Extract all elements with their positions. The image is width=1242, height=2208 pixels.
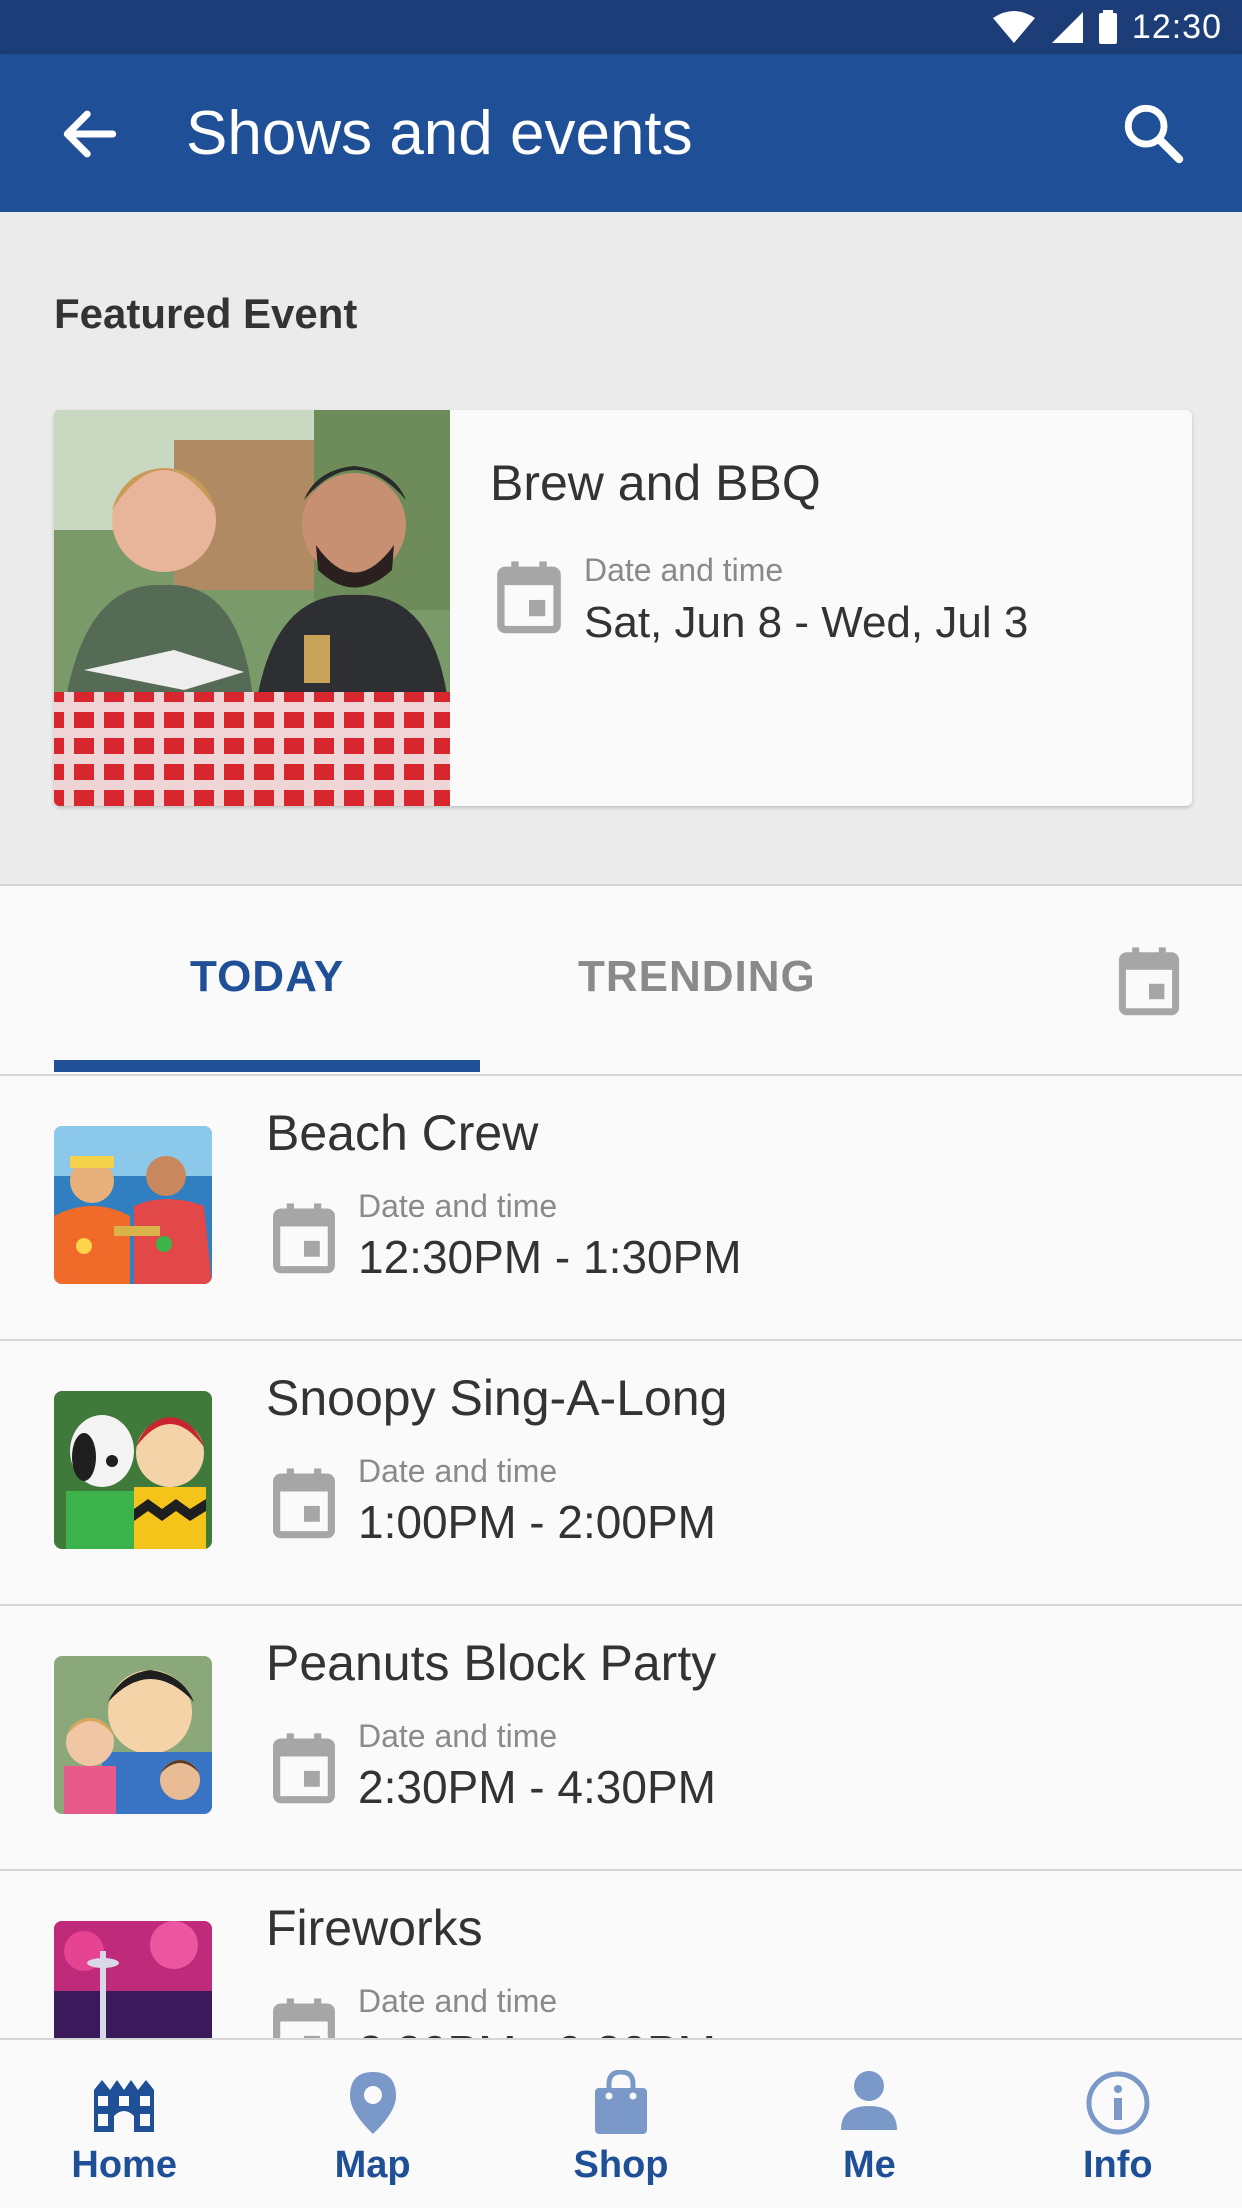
status-time: 12:30 [1131, 7, 1222, 46]
map-pin-icon [349, 2072, 396, 2134]
nav-home[interactable]: Home [0, 2040, 248, 2208]
nav-me[interactable]: Me [745, 2040, 993, 2208]
calendar-icon[interactable] [1118, 946, 1180, 1016]
event-row-beach-crew[interactable]: Beach Crew Date and time 12:30PM - 1:30P… [0, 1076, 1242, 1341]
featured-label: Featured Event [54, 290, 358, 337]
event-name: Beach Crew [266, 1105, 539, 1161]
cell-signal-icon [1051, 12, 1083, 43]
date-time-value: 12:30PM - 1:30PM [358, 1231, 742, 1283]
calendar-icon [273, 1733, 335, 1804]
nav-info[interactable]: Info [994, 2040, 1242, 2208]
date-time-value: Sat, Jun 8 - Wed, Jul 3 [584, 598, 1029, 647]
tab-selected-indicator [54, 1060, 480, 1072]
calendar-icon [273, 1468, 335, 1539]
search-icon[interactable] [1120, 100, 1186, 166]
event-row-peanuts-block-party[interactable]: Peanuts Block Party Date and time 2:30PM… [0, 1606, 1242, 1871]
event-thumbnail [54, 1126, 212, 1284]
nav-shop[interactable]: Shop [497, 2040, 745, 2208]
featured-event-card[interactable]: Brew and BBQ Date and time Sat, Jun 8 - … [54, 410, 1192, 806]
event-thumbnail [54, 1391, 212, 1549]
bottom-navigation: Home Map Shop Me Info [0, 2038, 1242, 2208]
date-time-label: Date and time [358, 1983, 558, 2019]
featured-event-name: Brew and BBQ [490, 455, 821, 511]
event-name: Snoopy Sing-A-Long [266, 1370, 728, 1426]
date-time-label: Date and time [358, 1188, 558, 1224]
date-time-label: Date and time [358, 1453, 558, 1489]
event-row-snoopy-sing-a-long[interactable]: Snoopy Sing-A-Long Date and time 1:00PM … [0, 1341, 1242, 1606]
battery-icon [1098, 10, 1117, 44]
event-name: Fireworks [266, 1900, 483, 1956]
nav-label: Info [1083, 2144, 1153, 2186]
tab-today[interactable]: TODAY [190, 952, 344, 1002]
page-title: Shows and events [186, 99, 693, 168]
status-icons: 12:30 [992, 0, 1222, 54]
park-icon [94, 2080, 155, 2132]
event-row-fireworks[interactable]: Fireworks Date and time 8:30PM - 9:30PM [0, 1871, 1242, 2040]
calendar-icon [497, 561, 561, 634]
calendar-icon [273, 1998, 335, 2040]
shopping-bag-icon [595, 2070, 648, 2134]
app-bar: Shows and events [0, 54, 1242, 212]
info-icon [1086, 2071, 1150, 2135]
tab-trending[interactable]: TRENDING [578, 952, 816, 1002]
nav-label: Shop [573, 2144, 669, 2186]
tab-bar: TODAY TRENDING [0, 886, 1242, 1076]
event-list: Beach Crew Date and time 12:30PM - 1:30P… [0, 1076, 1242, 2040]
status-bar: 12:30 [0, 0, 1242, 54]
event-name: Peanuts Block Party [266, 1635, 717, 1691]
nav-label: Home [71, 2144, 177, 2186]
nav-map[interactable]: Map [248, 2040, 496, 2208]
event-thumbnail [54, 1921, 212, 2040]
date-time-label: Date and time [584, 552, 784, 588]
date-time-label: Date and time [358, 1718, 558, 1754]
person-icon [841, 2071, 898, 2130]
wifi-icon [992, 11, 1035, 43]
calendar-icon [273, 1203, 335, 1274]
event-thumbnail [54, 1656, 212, 1814]
nav-label: Map [334, 2144, 411, 2186]
arrow-back-icon[interactable] [56, 100, 124, 168]
featured-section: Featured Event Brew and BBQ Date and tim… [0, 212, 1242, 886]
date-time-value: 1:00PM - 2:00PM [358, 1496, 716, 1548]
nav-label: Me [843, 2144, 896, 2186]
featured-event-photo [54, 410, 450, 806]
date-time-value: 2:30PM - 4:30PM [358, 1761, 716, 1813]
